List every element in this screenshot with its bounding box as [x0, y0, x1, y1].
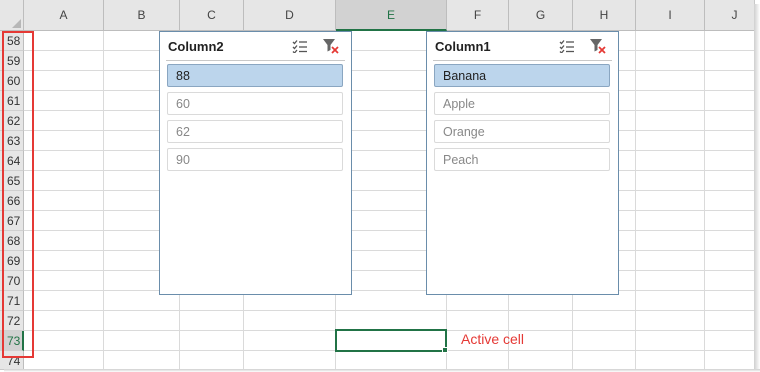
clear-filter-icon[interactable]	[321, 37, 341, 55]
column-header-e[interactable]: E	[336, 0, 447, 31]
slicer-column1[interactable]: Column1 Banana Apple Orange Peach	[426, 31, 619, 295]
row-headers-highlight	[2, 31, 34, 358]
gridline	[635, 31, 636, 369]
slicer-title: Column2	[168, 39, 224, 54]
slicer-item[interactable]: Banana	[434, 64, 610, 87]
gridline	[24, 50, 754, 51]
gridline	[24, 210, 754, 211]
sheet-shadow	[754, 4, 760, 372]
slicer-column2[interactable]: Column2 88 60 62 90	[159, 31, 352, 295]
active-cell[interactable]	[335, 329, 447, 352]
gridline	[24, 70, 754, 71]
column-header-f[interactable]: F	[447, 0, 509, 31]
gridline	[24, 130, 754, 131]
active-cell-annotation: Active cell	[461, 331, 525, 347]
column-header-c[interactable]: C	[180, 0, 244, 31]
gridline	[24, 90, 754, 91]
clear-filter-icon[interactable]	[588, 37, 608, 55]
column-header-a[interactable]: A	[24, 0, 104, 31]
gridline	[24, 230, 754, 231]
slicer-item[interactable]: 90	[167, 148, 343, 171]
fill-handle[interactable]	[442, 347, 448, 353]
gridline	[24, 290, 754, 291]
column-header-h[interactable]: H	[573, 0, 636, 31]
gridline	[24, 250, 754, 251]
spreadsheet-grid: A B C D E F G H I J 58 59 60 61 62 63 64…	[0, 0, 755, 370]
slicer-item[interactable]: 60	[167, 92, 343, 115]
slicer-title: Column1	[435, 39, 491, 54]
multi-select-icon[interactable]	[290, 37, 310, 55]
slicer-item[interactable]: Orange	[434, 120, 610, 143]
column-header-i[interactable]: I	[636, 0, 705, 31]
slicer-divider	[433, 60, 612, 61]
gridline	[24, 170, 754, 171]
select-all-triangle-icon	[12, 19, 21, 28]
gridline	[24, 190, 754, 191]
column-header-b[interactable]: B	[104, 0, 180, 31]
select-all-corner[interactable]	[0, 0, 24, 31]
gridline	[24, 110, 754, 111]
gridline	[103, 31, 104, 369]
gridline	[24, 150, 754, 151]
gridline	[24, 270, 754, 271]
multi-select-icon[interactable]	[557, 37, 577, 55]
slicer-item[interactable]: Peach	[434, 148, 610, 171]
slicer-item[interactable]: 88	[167, 64, 343, 87]
column-header-d[interactable]: D	[244, 0, 336, 31]
gridline	[24, 310, 754, 311]
slicer-item[interactable]: 62	[167, 120, 343, 143]
slicer-divider	[166, 60, 345, 61]
slicer-item[interactable]: Apple	[434, 92, 610, 115]
column-header-j[interactable]: J	[705, 0, 754, 31]
column-header-g[interactable]: G	[509, 0, 573, 31]
gridline	[704, 31, 705, 369]
